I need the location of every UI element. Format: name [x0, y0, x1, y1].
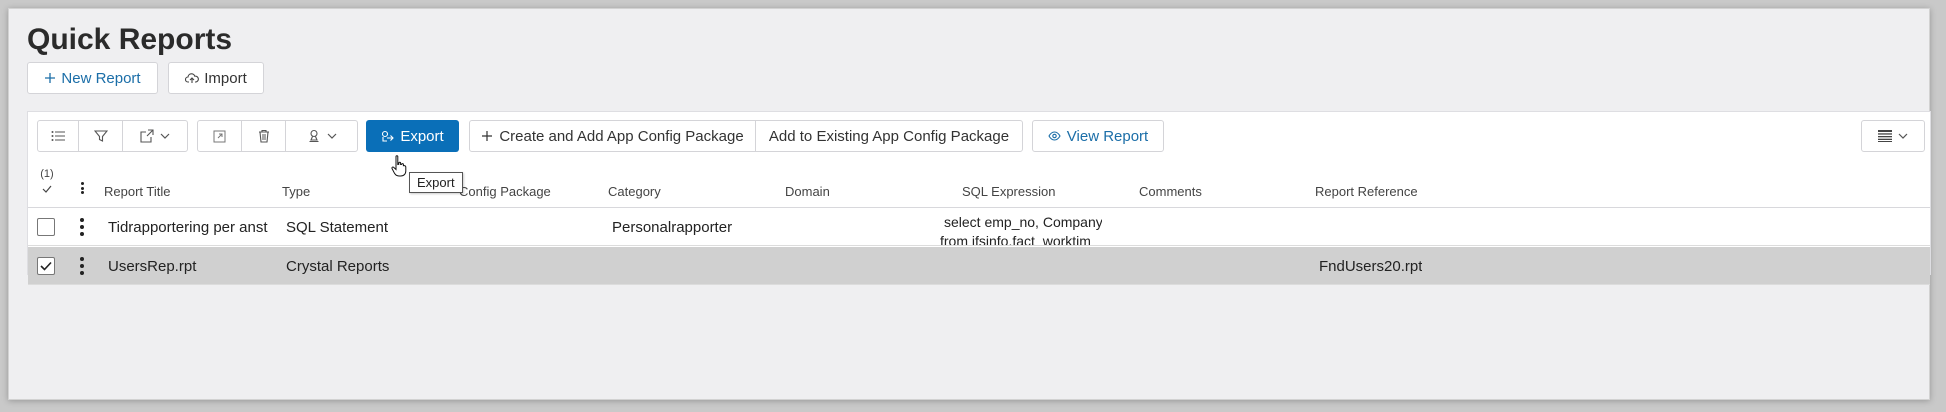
column-header-config-package[interactable]: Config Package — [459, 184, 551, 199]
view-tools-group — [37, 120, 188, 152]
cell-category: Personalrapporter — [612, 219, 733, 236]
select-all-column[interactable]: (1) — [37, 168, 57, 198]
column-header-category[interactable]: Category — [608, 184, 661, 199]
quick-reports-window: Quick Reports New Report Import Export C… — [8, 8, 1931, 400]
plus-icon — [45, 73, 56, 83]
cell-sql-expression: select emp_no, Company from ifsinfo.fact… — [940, 213, 1102, 245]
add-to-existing-label: Add to Existing App Config Package — [768, 127, 1010, 145]
cell-report-title: Tidrapportering per anst — [108, 219, 268, 236]
config-package-group: Create and Add App Config Package Add to… — [469, 120, 1023, 152]
export-tooltip: Export — [409, 172, 463, 193]
new-report-button[interactable]: New Report — [27, 62, 158, 94]
sql-line: from ifsinfo.fact_worktim — [940, 233, 1091, 245]
column-header-type[interactable]: Type — [282, 184, 310, 199]
column-header-domain[interactable]: Domain — [785, 184, 830, 199]
chevron-down-icon — [160, 133, 170, 139]
share-icon — [140, 129, 154, 143]
plus-icon — [482, 131, 493, 141]
view-report-button[interactable]: View Report — [1033, 121, 1163, 151]
header-menu-button[interactable] — [79, 182, 85, 194]
column-header-report-reference[interactable]: Report Reference — [1315, 184, 1418, 199]
add-to-existing-package-button[interactable]: Add to Existing App Config Package — [756, 121, 1022, 151]
table-row[interactable]: UsersRep.rpt Crystal Reports FndUsers20.… — [28, 247, 1930, 285]
view-report-group: View Report — [1032, 120, 1164, 152]
export-package-icon — [382, 130, 395, 142]
details-list-button[interactable] — [38, 121, 79, 151]
reports-table-card: Export Create and Add App Config Package… — [27, 111, 1931, 285]
stamp-icon — [309, 129, 318, 143]
list-icon — [51, 131, 65, 141]
cell-type: Crystal Reports — [286, 258, 390, 275]
cell-report-title: UsersRep.rpt — [108, 258, 197, 275]
column-header-report-title[interactable]: Report Title — [104, 184, 170, 199]
import-button[interactable]: Import — [168, 62, 264, 94]
row-checkbox[interactable] — [37, 218, 55, 236]
hand-cursor-icon — [391, 155, 407, 177]
delete-button[interactable] — [242, 121, 286, 151]
create-and-add-package-button[interactable]: Create and Add App Config Package — [470, 121, 756, 151]
chevron-down-icon — [1898, 133, 1908, 139]
chevron-down-icon — [327, 133, 336, 139]
share-menu-button[interactable] — [123, 121, 187, 151]
trash-icon — [258, 129, 269, 143]
column-header-sql-expression[interactable]: SQL Expression — [962, 184, 1055, 199]
export-button[interactable]: Export — [366, 120, 459, 152]
column-header-comments[interactable]: Comments — [1139, 184, 1202, 199]
open-record-button[interactable] — [198, 121, 242, 151]
row-menu-button[interactable] — [79, 257, 85, 275]
record-tools-group — [197, 120, 358, 152]
table-toolbar: Export Create and Add App Config Package… — [28, 112, 1930, 164]
table-row[interactable]: Tidrapportering per anst SQL Statement P… — [28, 208, 1930, 246]
view-report-label: View Report — [1066, 127, 1149, 145]
sql-line: select emp_no, Company — [944, 214, 1102, 230]
row-checkbox-checked[interactable] — [37, 257, 55, 275]
column-settings-button[interactable] — [1862, 121, 1924, 151]
filter-icon — [93, 130, 108, 142]
cloud-upload-icon — [185, 73, 200, 83]
table-rows-icon — [1878, 130, 1892, 142]
cell-type: SQL Statement — [286, 219, 388, 236]
selection-count: (1) — [40, 168, 54, 180]
new-report-label: New Report — [61, 69, 141, 87]
open-external-icon — [213, 130, 226, 142]
create-and-add-label: Create and Add App Config Package — [499, 127, 744, 145]
row-menu-button[interactable] — [79, 218, 85, 236]
export-label: Export — [400, 127, 444, 145]
eye-icon — [1048, 131, 1061, 141]
cell-report-reference: FndUsers20.rpt — [1319, 258, 1423, 275]
column-settings-group — [1861, 120, 1925, 152]
checkmark-icon — [40, 261, 52, 271]
checkmark-icon — [42, 185, 52, 193]
table-header-row: (1) Report Title Type Config Package Cat… — [28, 164, 1930, 208]
page-title: Quick Reports — [27, 23, 233, 56]
import-label: Import — [204, 69, 247, 87]
filter-button[interactable] — [79, 121, 123, 151]
more-actions-menu-button[interactable] — [286, 121, 357, 151]
